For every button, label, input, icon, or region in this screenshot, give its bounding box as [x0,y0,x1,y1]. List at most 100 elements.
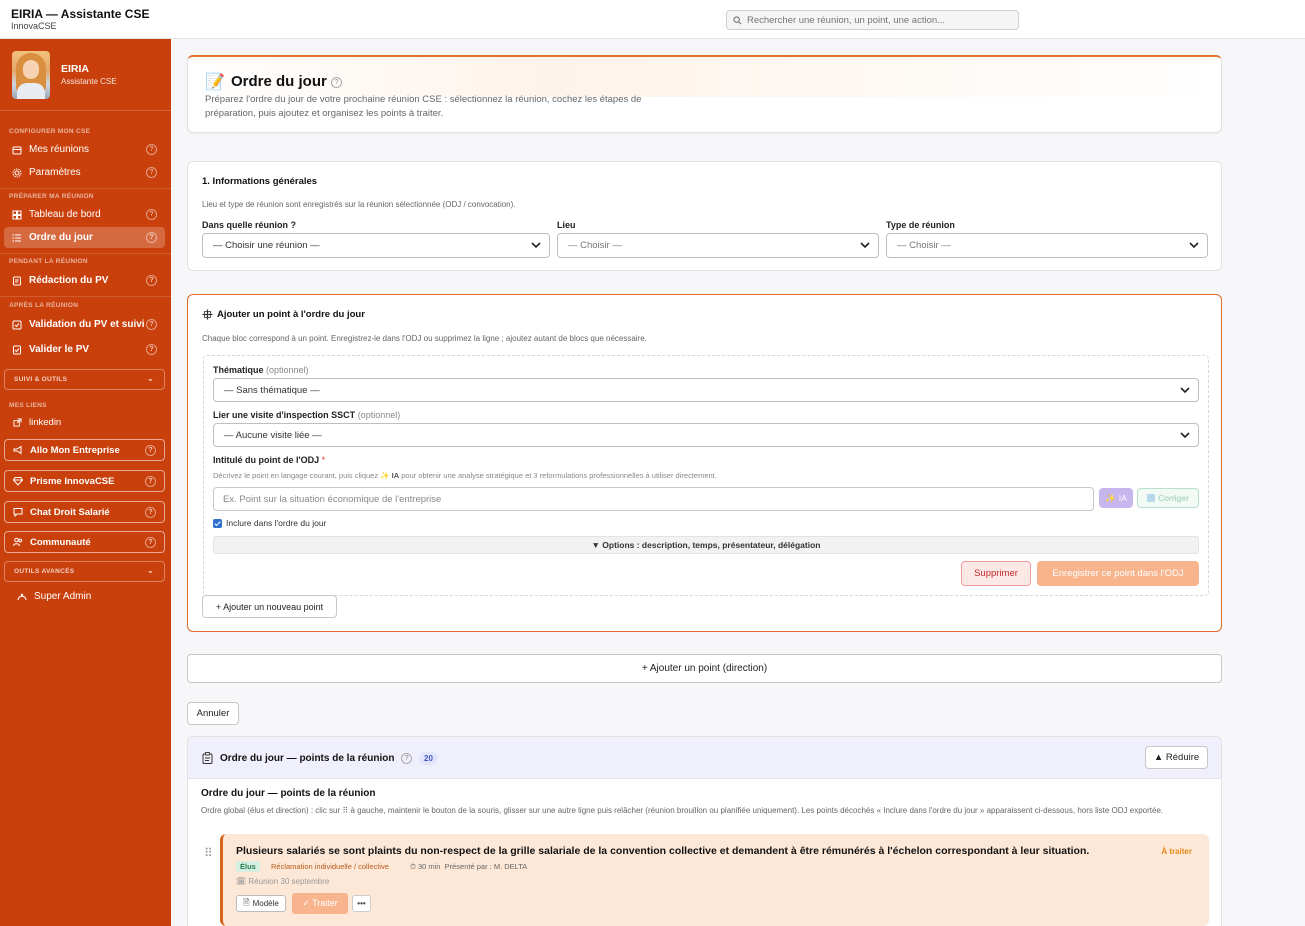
help-icon[interactable]: ? [145,445,156,456]
agenda-point-item[interactable]: Plusieurs salariés se sont plaints du no… [220,834,1209,926]
search-icon [733,15,742,24]
point-meta: ⏱ 30 min Présenté par : M. DELTA [410,862,528,871]
place-label: Lieu [557,220,576,230]
dashboard-icon [11,209,23,221]
sidebar-item-ordre-du-jour[interactable]: Ordre du jour ? [4,227,165,248]
add-point-card: Ajouter un point à l'ordre du jour Chaqu… [187,294,1222,632]
select-value: — Choisir — [897,240,951,251]
add-direction-point-button[interactable]: + Ajouter un point (direction) [187,654,1222,683]
sidebar-item-parametres[interactable]: Paramètres ? [4,162,165,183]
drag-handle-icon[interactable]: ⠿ [204,846,213,860]
agenda-points-card: Ordre du jour — points de la réunion ? 2… [187,736,1222,926]
theme-select[interactable]: — Sans thématique — [213,378,1199,402]
gear-icon [11,167,23,179]
memo-icon: 📝 [205,74,225,91]
plus-box-icon [202,309,213,320]
document-check-icon [11,344,23,356]
help-icon[interactable]: ? [145,476,156,487]
place-select[interactable]: — Choisir — [557,233,879,258]
agenda-points-title: Ordre du jour — points de la réunion ? 2… [220,752,438,765]
help-icon[interactable]: ? [331,76,343,88]
section-label-links: MES LIENS [9,402,47,409]
sidebar-item-superadmin[interactable]: Super Admin [4,586,165,607]
save-point-button[interactable]: Enregistrer ce point dans l'ODJ [1037,561,1199,586]
help-icon[interactable]: ? [146,344,157,355]
corriger-button[interactable]: Corriger [1137,488,1199,508]
sidebar-item-label: linkedin [29,417,62,428]
include-label: Inclure dans l'ordre du jour [226,518,327,528]
delete-button[interactable]: Supprimer [961,561,1031,586]
select-value: — Choisir une réunion — [213,240,320,251]
sidebar-item-label: Tableau de bord [29,209,101,220]
select-value: — Sans thématique — [224,384,320,396]
sidebar-item-label: Mes réunions [29,144,90,155]
sidebar-item-redaction[interactable]: Rédaction du PV ? [4,270,165,291]
sidebar-group-suivi[interactable]: SUIVI & OUTILS ⌄ [4,369,165,390]
sidebar-item-prisme[interactable]: Prisme InnovaCSE ? [4,470,165,492]
help-icon[interactable]: ? [146,319,157,330]
sidebar-item-chat[interactable]: Chat Droit Salarié ? [4,501,165,523]
add-new-point-button[interactable]: + Ajouter un nouveau point [202,595,337,618]
sidebar-item-tableau[interactable]: Tableau de bord ? [4,204,165,225]
help-icon[interactable]: ? [146,167,157,178]
page-header-card: 📝 Ordre du jour ? Préparez l'ordre du jo… [187,55,1222,133]
cancel-button[interactable]: Annuler [187,702,239,725]
help-icon[interactable]: ? [401,753,413,764]
help-icon[interactable]: ? [145,537,156,548]
agenda-subtitle: Ordre du jour — points de la réunion [201,788,376,799]
sidebar-item-linkedin[interactable]: linkedin [4,412,165,433]
meeting-label: Dans quelle réunion ? [202,220,297,230]
sidebar-item-reunions[interactable]: Mes réunions ? [4,139,165,160]
sidebar-item-validation[interactable]: Validation du PV et suivi ? [4,314,165,335]
calendar-icon: 🗓 [236,877,247,886]
include-checkbox[interactable] [213,519,222,528]
diamond-icon [12,475,24,487]
section-title-text: Ajouter un point à l'ordre du jour [217,309,365,320]
help-icon[interactable]: ? [145,507,156,518]
sidebar-group-advanced[interactable]: OUTILS AVANCÉS ⌄ [4,561,165,582]
sidebar-item-valider[interactable]: Valider le PV ? [4,339,165,360]
more-options-button[interactable]: ••• [352,895,371,912]
theme-tag: Réclamation individuelle / collective [271,862,389,871]
sidebar-item-label: Paramètres [29,167,81,178]
page-description: Préparez l'ordre du jour de votre procha… [205,94,642,119]
options-toggle[interactable]: ▼ Options : description, temps, présenta… [213,536,1199,554]
search-input[interactable] [747,14,1007,26]
meeting-select[interactable]: — Choisir une réunion — [202,233,550,258]
sidebar-item-communaute[interactable]: Communauté ? [4,531,165,553]
avatar [12,51,50,99]
profile-role: Assistante CSE [61,77,117,86]
chevron-down-icon [531,242,541,249]
points-count-badge: 20 [419,752,438,765]
theme-label: Thématique (optionnel) [213,365,309,375]
reduce-button[interactable]: ▲ Réduire [1145,746,1208,769]
sidebar-item-label: Prisme InnovaCSE [30,475,115,487]
sidebar-item-label: Valider le PV [29,344,90,355]
search-box[interactable] [726,10,1019,30]
help-icon[interactable]: ? [146,275,157,286]
ia-button[interactable]: ✨ IA [1099,488,1133,508]
help-icon[interactable]: ? [146,232,157,243]
meeting-type-label: Type de réunion [886,220,955,230]
section-label-during: PENDANT LA RÉUNION [9,258,88,265]
help-icon[interactable]: ? [146,209,157,220]
model-button[interactable]: 🗎 Modèle [236,895,286,912]
chevron-down-icon: ⌄ [146,374,154,383]
treat-button[interactable]: ✓ Traiter [292,893,348,914]
profile-name: EIRIA [61,63,90,75]
sidebar-item-allo[interactable]: Allo Mon Entreprise ? [4,439,165,461]
intitule-input[interactable]: Ex. Point sur la situation économique de… [213,487,1094,511]
sparkle-icon: ✨ [380,471,390,480]
section-label-after: APRÈS LA RÉUNION [9,302,79,309]
help-icon[interactable]: ? [146,144,157,155]
sidebar-item-label: Rédaction du PV [29,275,109,286]
point-title: Plusieurs salariés se sont plaints du no… [236,845,1090,857]
section-title: 1. Informations générales [202,176,318,187]
sidebar: EIRIA Assistante CSE CONFIGURER MON CSE … [0,39,171,926]
meeting-type-select[interactable]: — Choisir — [886,233,1208,258]
sidebar-item-label: Communauté [30,536,91,548]
sidebar-item-label: Super Admin [34,591,92,602]
input-placeholder: Ex. Point sur la situation économique de… [223,493,442,505]
ssct-visit-select[interactable]: — Aucune visite liée — [213,423,1199,447]
clock-icon: ⏱ [410,862,416,871]
